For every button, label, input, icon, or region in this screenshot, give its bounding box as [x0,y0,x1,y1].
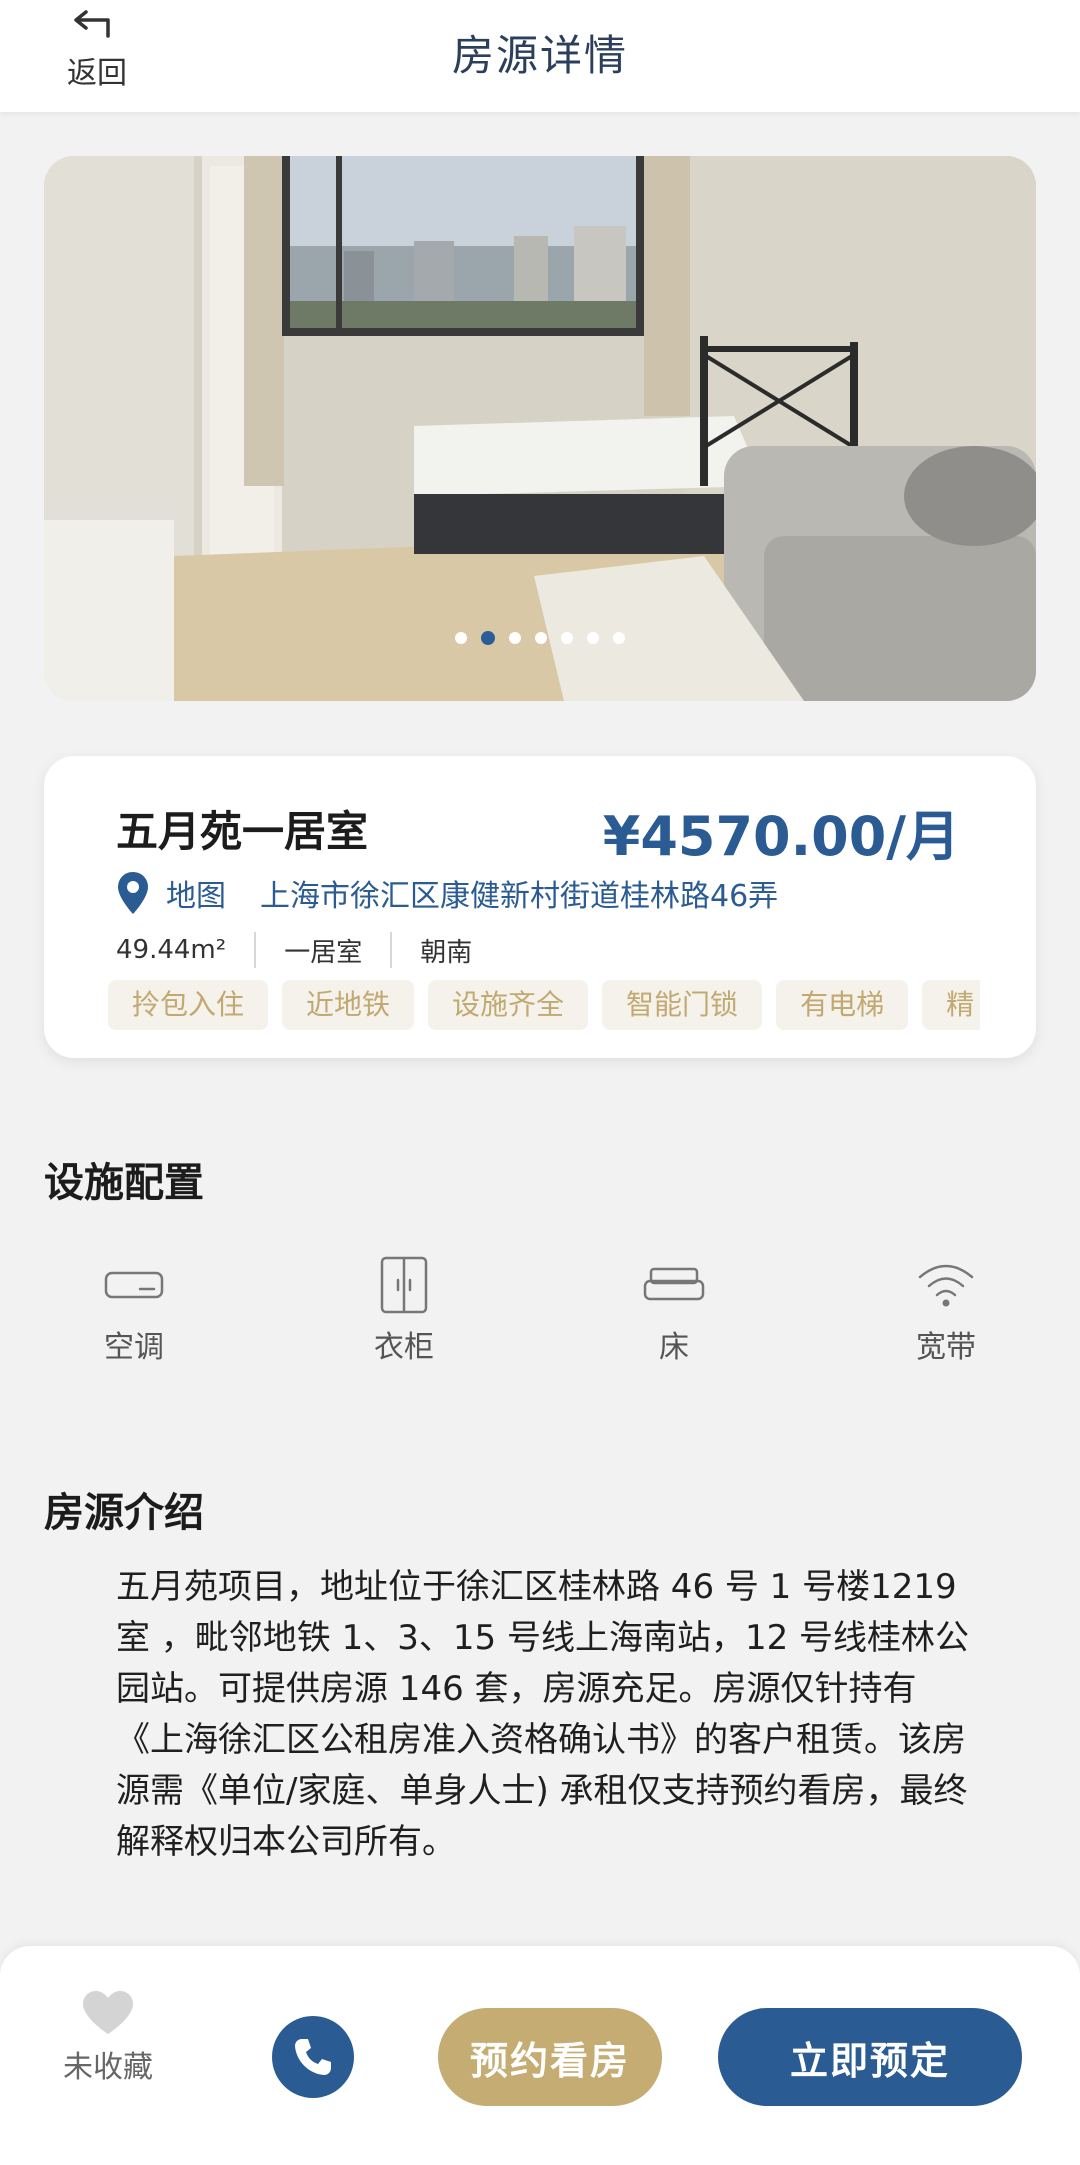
divider [390,932,393,968]
facility-label: 宽带 [916,1330,976,1365]
phone-icon [295,2039,331,2075]
address-row[interactable]: 地图 上海市徐汇区康健新村街道桂林路46弄 [116,868,778,918]
carousel-indicator [44,631,1036,645]
feature-tags: 拎包入住 近地铁 设施齐全 智能门锁 有电梯 精 [108,980,980,1034]
orientation-value: 朝南 [420,937,473,968]
area-value: 49.44m² [116,935,227,965]
feature-tag: 智能门锁 [602,980,763,1030]
feature-tag: 拎包入住 [108,980,269,1030]
room-photo-carousel[interactable] [44,156,1036,701]
feature-tag: 近地铁 [282,980,415,1030]
wifi-icon [918,1264,974,1307]
listing-name: 五月苑一居室 [116,807,369,856]
listing-price: ¥4570.00/月 [602,805,960,868]
facility-wardrobe: 衣柜 [334,1254,474,1374]
address-text: 上海市徐汇区康健新村街道桂林路46弄 [260,879,779,914]
facility-label: 床 [659,1330,689,1365]
intro-text: 五月苑项目，地址位于徐汇区桂林路 46 号 1 号楼1219室 ，毗邻地铁 1、… [116,1567,970,1862]
room-photo [44,156,1036,701]
carousel-dot[interactable] [455,632,467,644]
intro-title: 房源介绍 [44,1490,204,1536]
facility-air-conditioner: 空调 [64,1254,204,1374]
air-conditioner-icon [104,1271,164,1299]
carousel-dot[interactable] [535,632,547,644]
carousel-dot[interactable] [481,631,495,645]
divider [254,932,257,968]
wardrobe-icon [380,1256,428,1314]
location-pin-icon [118,872,148,914]
carousel-dot[interactable] [613,632,625,644]
facility-bed: 床 [604,1254,744,1374]
bottom-action-bar: 未收藏 预约看房 立即预定 [0,1946,1080,2165]
map-link[interactable]: 地图 [166,871,226,915]
facility-label: 空调 [104,1330,164,1365]
heart-icon [83,1991,133,2034]
feature-tag: 有电梯 [776,980,909,1030]
top-bar: 返回 房源详情 [0,0,1080,112]
call-button[interactable] [272,2016,354,2098]
book-now-button[interactable]: 立即预定 [718,2008,1022,2106]
favorite-label: 未收藏 [63,2050,153,2085]
schedule-viewing-button[interactable]: 预约看房 [438,2008,662,2106]
bed-icon [643,1267,705,1301]
facility-broadband: 宽带 [876,1254,1016,1374]
feature-tag: 设施齐全 [428,980,589,1030]
facilities-title: 设施配置 [44,1160,204,1206]
listing-info-card: 五月苑一居室 ¥4570.00/月 地图 上海市徐汇区康健新村街道桂林路46弄 … [44,756,1036,1058]
page-title: 房源详情 [451,31,628,80]
listing-meta: 49.44m² 一居室 朝南 [116,928,472,972]
carousel-dot[interactable] [561,632,573,644]
carousel-dot[interactable] [587,632,599,644]
layout-value: 一居室 [284,937,363,968]
favorite-button[interactable]: 未收藏 [56,1990,160,2086]
carousel-dot[interactable] [509,632,521,644]
facility-label: 衣柜 [374,1330,434,1365]
feature-tag: 精 [922,980,980,1030]
